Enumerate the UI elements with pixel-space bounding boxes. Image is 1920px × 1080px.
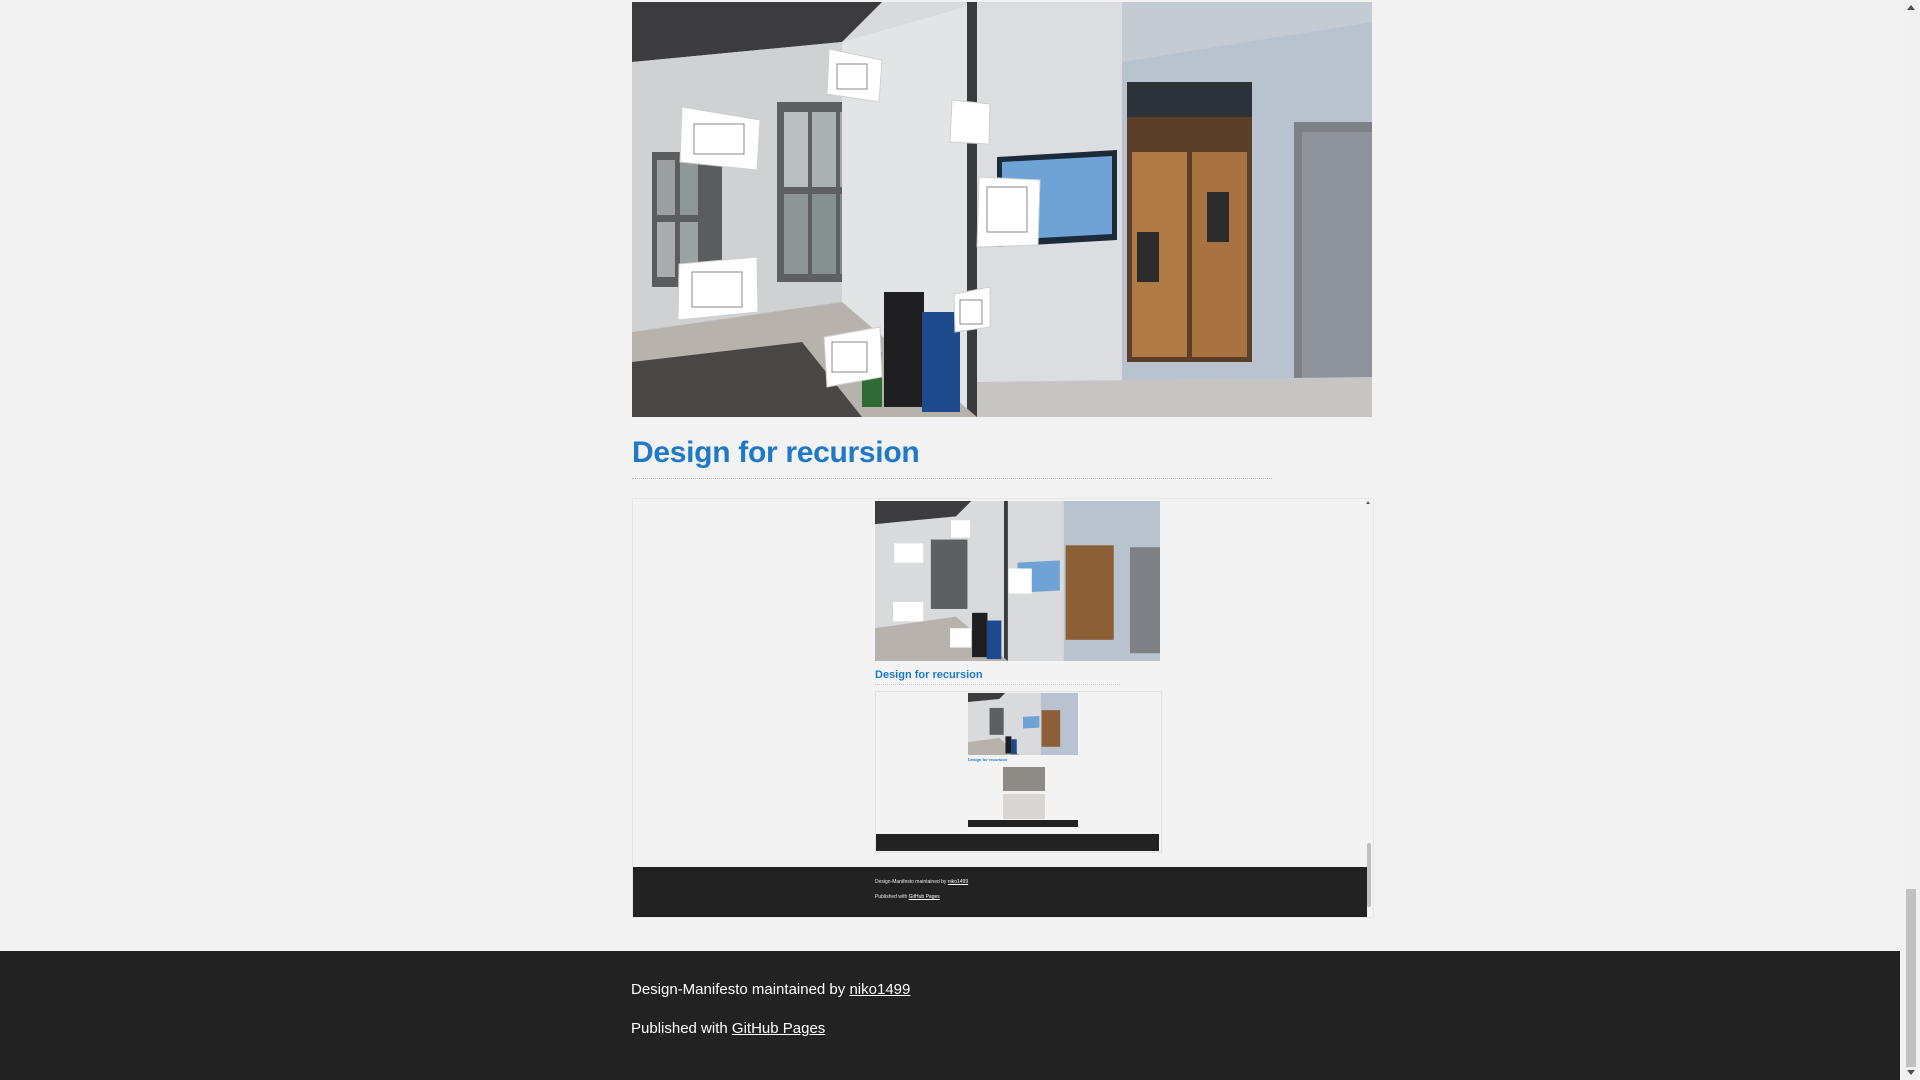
footer-maintained-line: Design-Manifesto maintained by niko1499 <box>631 981 910 998</box>
page-scrollbar[interactable] <box>1902 0 1920 1080</box>
embed-maintainer-link[interactable]: niko1499 <box>948 879 968 885</box>
footer-maintained-text: Design-Manifesto maintained by <box>631 981 850 998</box>
site-footer: Design-Manifesto maintained by niko1499 … <box>0 951 1900 1080</box>
section-heading: Design for recursion <box>632 436 920 469</box>
nested-embed-frame: Design for recursion <box>875 691 1162 853</box>
embed-footer-maintained: Design-Manifesto maintained by niko1499 <box>875 879 969 885</box>
scroll-down-icon[interactable] <box>1907 1070 1915 1075</box>
embed-github-pages-link[interactable]: GitHub Pages <box>909 894 940 900</box>
github-pages-link[interactable]: GitHub Pages <box>732 1020 825 1037</box>
scrollbar-thumb[interactable] <box>1906 889 1916 1067</box>
hero-image <box>632 2 1372 417</box>
embed-hero-image <box>875 501 1160 661</box>
deep-nested-preview <box>968 766 1078 828</box>
footer-published-text: Published with <box>631 1020 732 1037</box>
footer-published-line: Published with GitHub Pages <box>631 1020 825 1037</box>
embed-section-heading: Design for recursion <box>875 669 983 681</box>
embed-scrollbar-thumb[interactable] <box>1367 843 1371 907</box>
maintainer-link[interactable]: niko1499 <box>849 981 910 998</box>
embed-footer: Design-Manifesto maintained by niko1499 … <box>633 867 1367 917</box>
nested-hero-image <box>968 693 1078 755</box>
embed-scroll-up-icon[interactable] <box>1366 501 1370 504</box>
scroll-up-icon[interactable] <box>1907 5 1915 10</box>
nested-section-heading: Design for recursion <box>968 757 1008 762</box>
nested-footer <box>876 834 1159 851</box>
embed-heading-underline <box>875 684 1120 685</box>
embed-footer-published: Published with GitHub Pages <box>875 894 940 900</box>
heading-underline <box>632 478 1272 479</box>
recursive-embed-frame[interactable]: Design for recursion Design for recursio… <box>632 498 1374 918</box>
